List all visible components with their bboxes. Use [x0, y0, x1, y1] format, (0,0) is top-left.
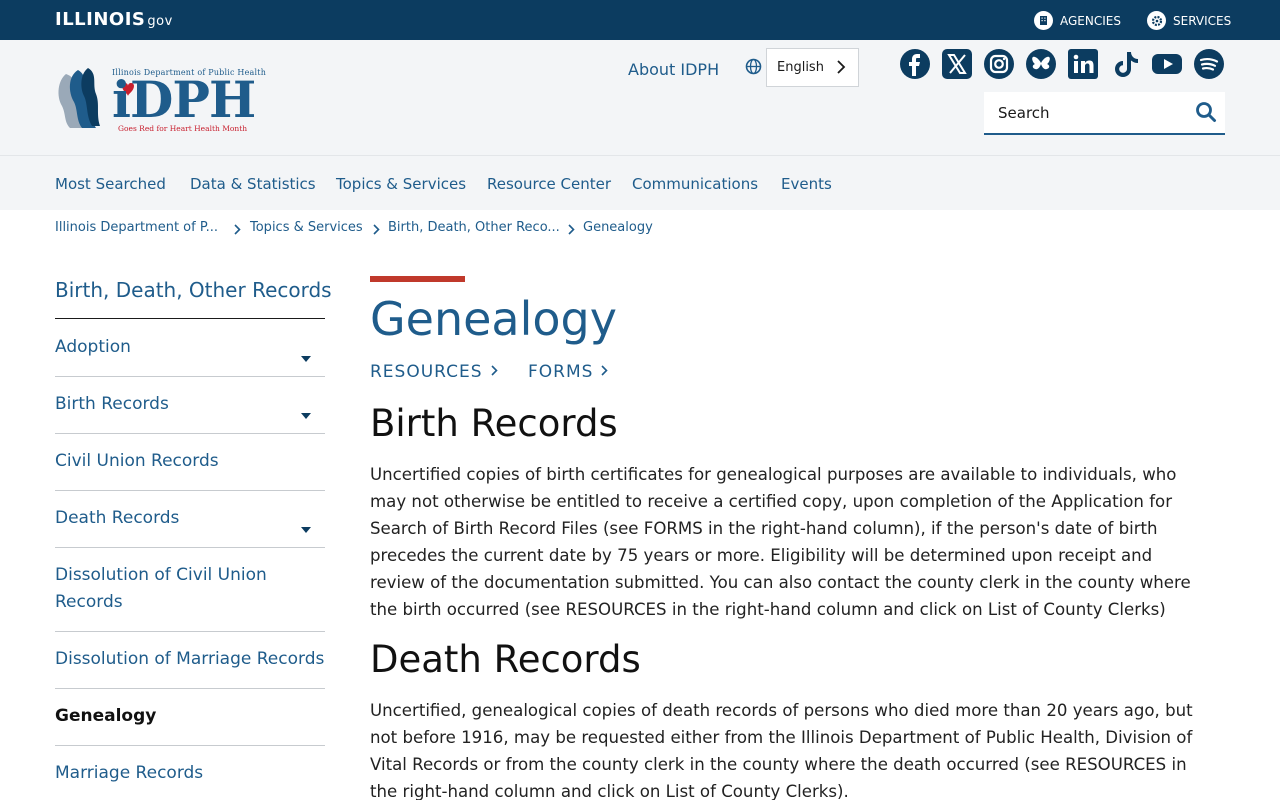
nav-topics-services[interactable]: Topics & Services [336, 175, 466, 193]
idph-logo-line2: Goes Red for Heart Health Month [118, 124, 248, 133]
services-label: SERVICES [1173, 13, 1232, 28]
sidebar-item-label: Civil Union Records [55, 451, 219, 471]
site-header: Illinois Department of Public Health iDP… [0, 40, 1280, 155]
nav-resource-center[interactable]: Resource Center [487, 175, 611, 193]
chevron-right-icon [836, 59, 846, 79]
sidebar-item-label: Death Records [55, 508, 180, 528]
sidebar-item-label: Birth Records [55, 394, 169, 414]
sidebar-item-death-records[interactable]: Death Records [55, 505, 325, 548]
state-topbar: ILLINOIS gov AGENCIES SERVICES [0, 0, 1280, 40]
caret-down-icon[interactable] [301, 401, 311, 428]
sidebar-item-label: Marriage Records [55, 763, 204, 783]
breadcrumb-item-records[interactable]: Birth, Death, Other Reco... [388, 220, 560, 235]
agencies-label: AGENCIES [1060, 13, 1121, 28]
section-text-birth-records: Uncertified copies of birth certificates… [370, 465, 1191, 619]
sidebar-title[interactable]: Birth, Death, Other Records [55, 278, 332, 302]
language-value: English [777, 60, 824, 75]
sidebar-item-adoption[interactable]: Adoption [55, 334, 325, 377]
sidebar-item-birth-records[interactable]: Birth Records [55, 391, 325, 434]
language-select[interactable]: English [766, 48, 859, 87]
nav-most-searched[interactable]: Most Searched [55, 175, 166, 193]
illinois-gov-logo[interactable]: ILLINOIS gov [55, 9, 173, 30]
chevron-right-icon [600, 362, 609, 382]
building-icon [1034, 11, 1053, 30]
services-link[interactable]: SERVICES [1147, 11, 1231, 30]
illinois-logo-suffix: gov [147, 14, 173, 29]
gears-icon [1147, 11, 1166, 30]
search-icon[interactable] [1195, 101, 1217, 127]
forms-link[interactable]: FORMS [528, 362, 609, 382]
chevron-right-icon [233, 221, 241, 240]
breadcrumb-item-topics[interactable]: Topics & Services [250, 220, 363, 235]
bluesky-icon[interactable] [1025, 48, 1057, 80]
facebook-icon[interactable] [899, 48, 931, 80]
tiktok-icon[interactable] [1109, 48, 1141, 80]
globe-icon [745, 58, 762, 79]
breadcrumb-item-idph[interactable]: Illinois Department of P... [55, 220, 218, 235]
search-input[interactable]: Search [984, 92, 1225, 135]
sidebar-item-label: Genealogy [55, 706, 157, 726]
illinois-logo-text: ILLINOIS [55, 9, 146, 30]
sidebar-item-dissolution-civil-union[interactable]: Dissolution of Civil Union Records [55, 562, 325, 632]
idph-logo[interactable]: Illinois Department of Public Health iDP… [56, 66, 281, 138]
about-idph-link[interactable]: About IDPH [628, 60, 719, 79]
sidebar-item-label: Dissolution of Marriage Records [55, 649, 325, 669]
sidebar-item-civil-union-records[interactable]: Civil Union Records [55, 448, 325, 491]
section-heading-death-records: Death Records [370, 638, 641, 681]
sidebar-item-label: Adoption [55, 337, 131, 357]
chevron-right-icon [567, 221, 575, 240]
chevron-right-icon [372, 221, 380, 240]
resources-link[interactable]: RESOURCES [370, 362, 498, 382]
resources-label: RESOURCES [370, 362, 483, 382]
idph-logo-main: iDPH [112, 70, 256, 129]
x-twitter-icon[interactable] [941, 48, 973, 80]
section-text-death-records: Uncertified, genealogical copies of deat… [370, 701, 1193, 800]
youtube-icon[interactable] [1151, 48, 1183, 80]
caret-down-icon[interactable] [301, 515, 311, 542]
sidebar-item-marriage-records[interactable]: Marriage Records [55, 760, 325, 800]
chevron-right-icon [490, 362, 498, 382]
agencies-link[interactable]: AGENCIES [1034, 11, 1121, 30]
spotify-icon[interactable] [1193, 48, 1225, 80]
nav-communications[interactable]: Communications [632, 175, 758, 193]
page-title: Genealogy [370, 292, 617, 346]
forms-label: FORMS [528, 362, 594, 382]
breadcrumb-item-genealogy[interactable]: Genealogy [583, 220, 653, 235]
nav-data-statistics[interactable]: Data & Statistics [190, 175, 316, 193]
instagram-icon[interactable] [983, 48, 1015, 80]
caret-down-icon[interactable] [301, 344, 311, 371]
linkedin-icon[interactable] [1067, 48, 1099, 80]
nav-events[interactable]: Events [781, 175, 832, 193]
title-accent-bar [370, 276, 465, 282]
sidebar-item-genealogy[interactable]: Genealogy [55, 703, 325, 746]
sidebar-item-label: Dissolution of Civil Union Records [55, 565, 267, 612]
sidebar-item-dissolution-marriage[interactable]: Dissolution of Marriage Records [55, 646, 325, 689]
section-heading-birth-records: Birth Records [370, 402, 618, 445]
search-placeholder: Search [998, 104, 1050, 122]
sidebar-divider [55, 318, 325, 319]
main-navigation: Most Searched Data & Statistics Topics &… [0, 155, 1280, 210]
